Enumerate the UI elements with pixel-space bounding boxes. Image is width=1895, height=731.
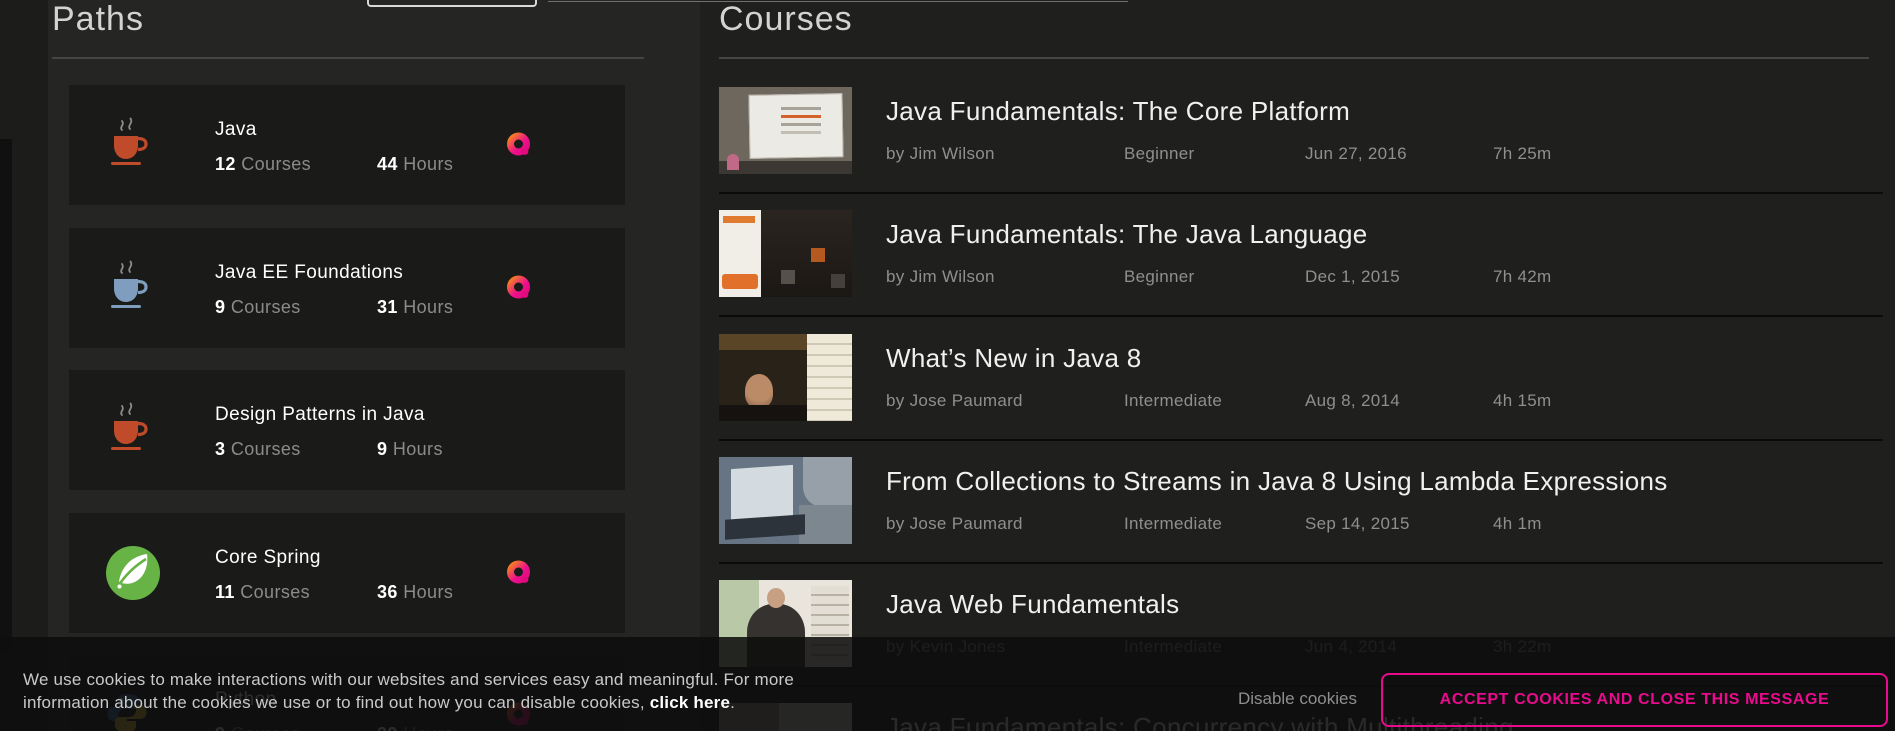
course-level: Intermediate — [1124, 391, 1305, 411]
course-row[interactable]: Java Fundamentals: The Java Language by … — [719, 210, 1883, 322]
course-meta: by Jose PaumardIntermediateSep 14, 20154… — [886, 514, 1542, 534]
course-title[interactable]: Java Web Fundamentals — [886, 589, 1179, 620]
path-hours-count: 36 — [377, 582, 398, 602]
course-author: by Jim Wilson — [886, 267, 1124, 287]
path-meta: 9 Courses 31 Hours — [215, 297, 453, 318]
cookie-message-line1: We use cookies to make interactions with… — [23, 670, 794, 689]
path-course-count: 11 — [215, 582, 235, 602]
path-card-java-ee-foundations[interactable]: Java EE Foundations 9 Courses 31 Hours — [69, 228, 625, 348]
path-hours-count: 9 — [377, 439, 387, 459]
course-meta: by Jim WilsonBeginnerJun 27, 20167h 25m — [886, 144, 1552, 164]
course-duration: 7h 25m — [1493, 144, 1552, 163]
course-level: Beginner — [1124, 267, 1305, 287]
course-duration: 4h 1m — [1493, 514, 1542, 533]
coffee-cup-icon — [105, 400, 161, 460]
path-hours-count: 31 — [377, 297, 398, 317]
path-hours-label: Hours — [403, 582, 453, 602]
courses-heading-rule — [719, 57, 1869, 59]
top-cutoff-button[interactable] — [367, 0, 537, 7]
accept-cookies-button[interactable]: ACCEPT COOKIES AND CLOSE THIS MESSAGE — [1381, 673, 1888, 727]
course-date: Jun 27, 2016 — [1305, 144, 1493, 164]
course-author: by Jim Wilson — [886, 144, 1124, 164]
course-thumbnail[interactable] — [719, 334, 852, 421]
path-meta: 3 Courses 9 Hours — [215, 439, 443, 460]
course-row[interactable]: From Collections to Streams in Java 8 Us… — [719, 457, 1883, 569]
course-author: by Jose Paumard — [886, 514, 1124, 534]
course-date: Sep 14, 2015 — [1305, 514, 1493, 534]
path-hours-label: Hours — [403, 154, 453, 174]
path-title: Java EE Foundations — [215, 262, 403, 284]
path-meta: 11 Courses 36 Hours — [215, 582, 453, 603]
path-meta: 12 Courses 44 Hours — [215, 154, 453, 175]
path-title: Java — [215, 119, 257, 141]
paths-heading: Paths — [52, 0, 144, 39]
disable-cookies-link[interactable]: Disable cookies — [1238, 689, 1357, 709]
course-title[interactable]: From Collections to Streams in Java 8 Us… — [886, 466, 1668, 497]
course-duration: 4h 15m — [1493, 391, 1552, 410]
course-title[interactable]: Java Fundamentals: The Core Platform — [886, 96, 1350, 127]
spring-logo-icon — [105, 545, 161, 605]
course-meta: by Jim WilsonBeginnerDec 1, 20157h 42m — [886, 267, 1552, 287]
path-courses-label: Courses — [241, 154, 311, 174]
path-badge-icon — [506, 132, 532, 158]
course-level: Intermediate — [1124, 514, 1305, 534]
paths-heading-rule — [52, 57, 644, 59]
path-card-core-spring[interactable]: Core Spring 11 Courses 36 Hours — [69, 513, 625, 633]
page: Paths Java 12 Courses 44 Hours — [0, 0, 1895, 731]
path-hours-label: Hours — [403, 297, 453, 317]
coffee-cup-icon — [105, 258, 161, 318]
course-date: Aug 8, 2014 — [1305, 391, 1493, 411]
path-badge-icon — [506, 560, 532, 586]
path-title: Design Patterns in Java — [215, 404, 425, 426]
click-here-link[interactable]: click here — [650, 693, 730, 712]
course-title[interactable]: Java Fundamentals: The Java Language — [886, 219, 1368, 250]
course-duration: 7h 42m — [1493, 267, 1552, 286]
courses-heading: Courses — [719, 0, 853, 39]
cookie-message-period: . — [730, 693, 735, 712]
coffee-cup-icon — [105, 115, 161, 175]
course-thumbnail[interactable] — [719, 87, 852, 174]
cookie-message: We use cookies to make interactions with… — [23, 668, 794, 714]
course-meta: by Jose PaumardIntermediateAug 8, 20144h… — [886, 391, 1552, 411]
path-course-count: 12 — [215, 154, 236, 174]
cookie-message-line2: information about the cookies we use or … — [23, 693, 650, 712]
course-thumbnail[interactable] — [719, 210, 852, 297]
path-courses-label: Courses — [240, 582, 310, 602]
path-course-count: 9 — [215, 297, 225, 317]
path-course-count: 3 — [215, 439, 225, 459]
course-level: Beginner — [1124, 144, 1305, 164]
course-author: by Jose Paumard — [886, 391, 1124, 411]
scrollbar-sliver[interactable] — [0, 139, 12, 653]
path-hours-label: Hours — [393, 439, 443, 459]
course-date: Dec 1, 2015 — [1305, 267, 1493, 287]
course-title[interactable]: What’s New in Java 8 — [886, 343, 1142, 374]
path-courses-label: Courses — [231, 439, 301, 459]
path-hours-count: 44 — [377, 154, 398, 174]
path-courses-label: Courses — [231, 297, 301, 317]
path-badge-icon — [506, 275, 532, 301]
course-thumbnail[interactable] — [719, 457, 852, 544]
course-row[interactable]: What’s New in Java 8 by Jose PaumardInte… — [719, 334, 1883, 446]
path-card-design-patterns-in-java[interactable]: Design Patterns in Java 3 Courses 9 Hours — [69, 370, 625, 490]
path-card-java[interactable]: Java 12 Courses 44 Hours — [69, 85, 625, 205]
path-title: Core Spring — [215, 547, 321, 569]
cookie-banner: We use cookies to make interactions with… — [0, 637, 1895, 731]
course-row[interactable]: Java Fundamentals: The Core Platform by … — [719, 87, 1883, 199]
